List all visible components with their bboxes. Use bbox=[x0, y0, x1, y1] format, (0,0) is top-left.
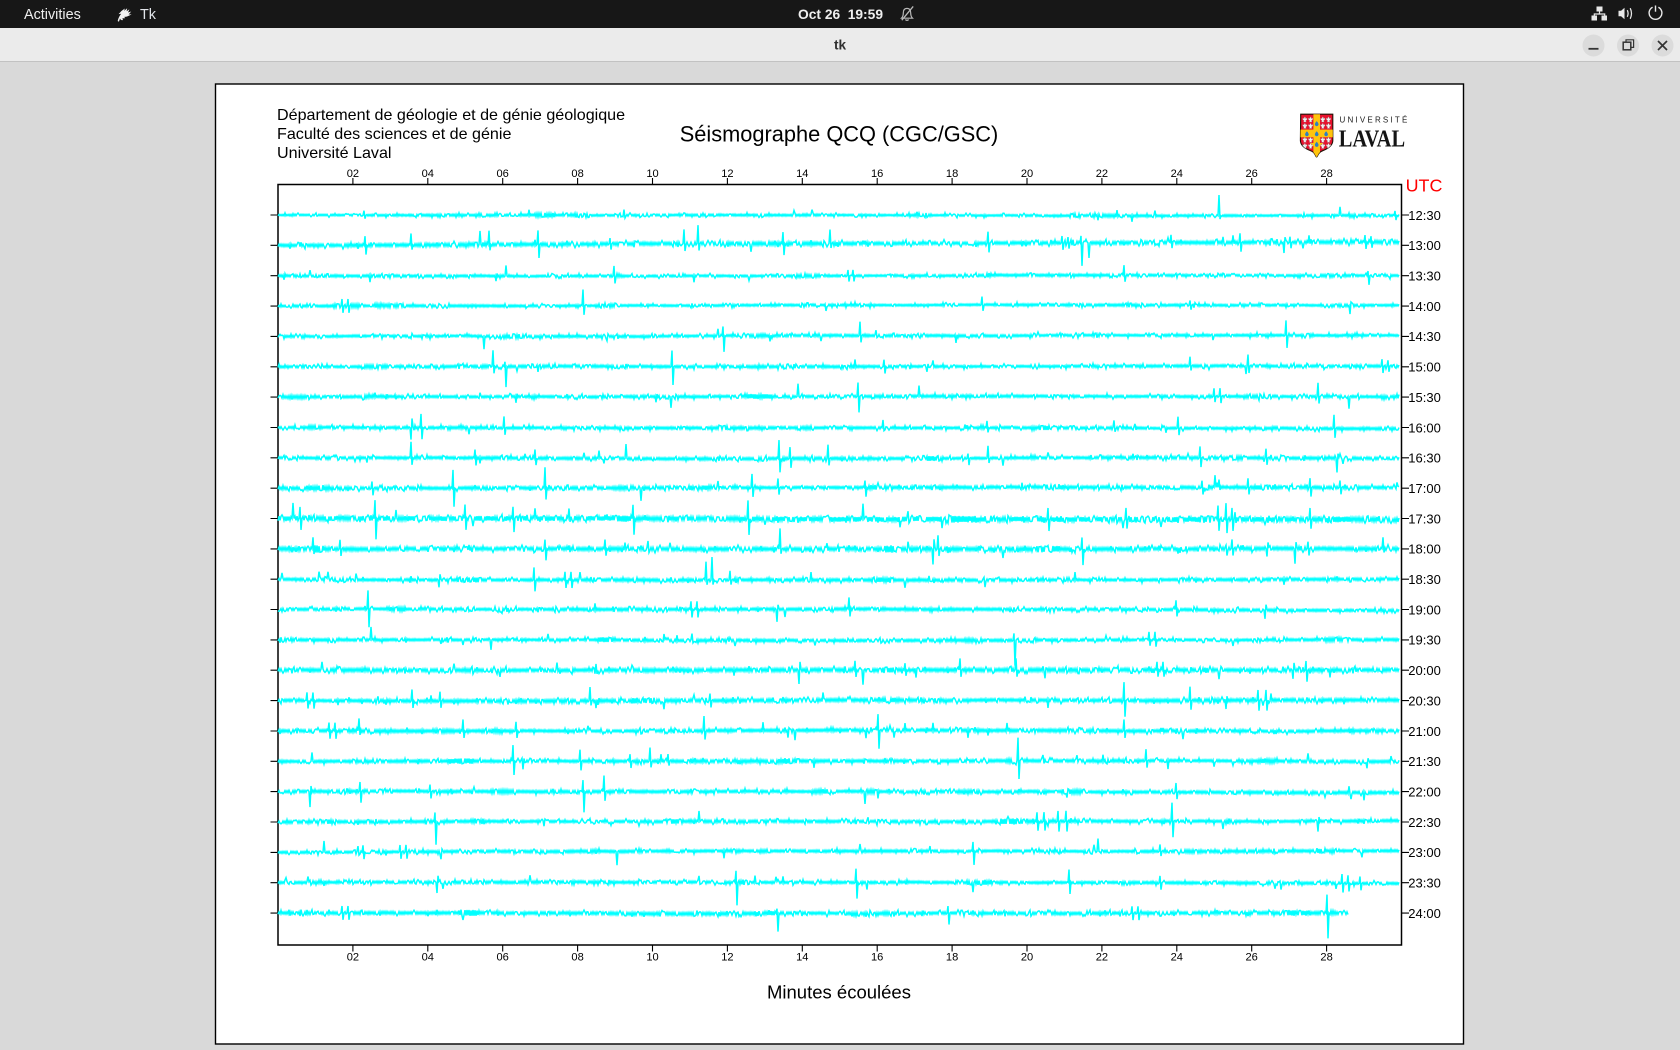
svg-text:23:30: 23:30 bbox=[1408, 876, 1441, 891]
svg-text:17:30: 17:30 bbox=[1408, 511, 1441, 526]
svg-text:Activities: Activities bbox=[24, 7, 81, 23]
svg-text:18:30: 18:30 bbox=[1408, 572, 1441, 587]
svg-text:23:00: 23:00 bbox=[1408, 845, 1441, 860]
svg-text:14: 14 bbox=[796, 168, 808, 180]
svg-text:16:30: 16:30 bbox=[1408, 451, 1441, 466]
svg-text:04: 04 bbox=[422, 952, 434, 964]
svg-text:10: 10 bbox=[646, 168, 658, 180]
svg-text:Université Laval: Université Laval bbox=[277, 144, 392, 162]
svg-text:14:30: 14:30 bbox=[1408, 329, 1441, 344]
svg-text:28: 28 bbox=[1320, 168, 1332, 180]
svg-text:10: 10 bbox=[646, 952, 658, 964]
svg-text:21:30: 21:30 bbox=[1408, 754, 1441, 769]
svg-text:20:00: 20:00 bbox=[1408, 663, 1441, 678]
svg-text:02: 02 bbox=[347, 168, 359, 180]
svg-text:22: 22 bbox=[1096, 952, 1108, 964]
svg-text:20: 20 bbox=[1021, 168, 1033, 180]
svg-text:13:30: 13:30 bbox=[1408, 269, 1441, 284]
svg-text:12: 12 bbox=[721, 168, 733, 180]
svg-text:08: 08 bbox=[571, 952, 583, 964]
svg-text:06: 06 bbox=[497, 168, 509, 180]
svg-text:18:00: 18:00 bbox=[1408, 542, 1441, 557]
svg-text:06: 06 bbox=[497, 952, 509, 964]
svg-text:15:00: 15:00 bbox=[1408, 360, 1441, 375]
svg-text:12:30: 12:30 bbox=[1408, 208, 1441, 223]
svg-text:16:00: 16:00 bbox=[1408, 420, 1441, 435]
svg-text:Tk: Tk bbox=[140, 7, 157, 23]
svg-text:Séismographe QCQ (CGC/GSC): Séismographe QCQ (CGC/GSC) bbox=[680, 122, 999, 147]
svg-text:22:30: 22:30 bbox=[1408, 815, 1441, 830]
svg-text:16: 16 bbox=[871, 168, 883, 180]
svg-text:12: 12 bbox=[721, 952, 733, 964]
svg-text:14: 14 bbox=[796, 952, 808, 964]
svg-text:19:00: 19:00 bbox=[1408, 602, 1441, 617]
svg-text:Oct 26: Oct 26 bbox=[798, 7, 841, 22]
svg-text:16: 16 bbox=[871, 952, 883, 964]
svg-text:20: 20 bbox=[1021, 952, 1033, 964]
svg-text:Faculté des sciences et de gén: Faculté des sciences et de génie bbox=[277, 125, 511, 143]
svg-text:08: 08 bbox=[571, 168, 583, 180]
svg-text:22: 22 bbox=[1096, 168, 1108, 180]
svg-text:tk: tk bbox=[834, 38, 847, 53]
svg-text:17:00: 17:00 bbox=[1408, 481, 1441, 496]
svg-text:02: 02 bbox=[347, 952, 359, 964]
svg-text:LAVAL: LAVAL bbox=[1339, 125, 1405, 152]
svg-text:22:00: 22:00 bbox=[1408, 784, 1441, 799]
svg-text:24:00: 24:00 bbox=[1408, 906, 1441, 921]
svg-text:26: 26 bbox=[1246, 168, 1258, 180]
svg-text:26: 26 bbox=[1246, 952, 1258, 964]
svg-text:20:30: 20:30 bbox=[1408, 693, 1441, 708]
svg-text:24: 24 bbox=[1171, 952, 1183, 964]
svg-text:Minutes écoulées: Minutes écoulées bbox=[767, 981, 911, 1002]
svg-text:18: 18 bbox=[946, 952, 958, 964]
svg-text:24: 24 bbox=[1171, 168, 1183, 180]
svg-text:13:00: 13:00 bbox=[1408, 238, 1441, 253]
svg-text:14:00: 14:00 bbox=[1408, 299, 1441, 314]
svg-text:UNIVERSITÉ: UNIVERSITÉ bbox=[1340, 116, 1410, 125]
svg-text:28: 28 bbox=[1320, 952, 1332, 964]
svg-text:15:30: 15:30 bbox=[1408, 390, 1441, 405]
svg-text:18: 18 bbox=[946, 168, 958, 180]
svg-text:19:30: 19:30 bbox=[1408, 633, 1441, 648]
svg-text:04: 04 bbox=[422, 168, 434, 180]
svg-text:19:59: 19:59 bbox=[848, 7, 884, 22]
svg-text:UTC: UTC bbox=[1406, 176, 1443, 196]
svg-text:Département de géologie et de: Département de géologie et de génie géol… bbox=[277, 106, 625, 124]
svg-text:21:00: 21:00 bbox=[1408, 724, 1441, 739]
